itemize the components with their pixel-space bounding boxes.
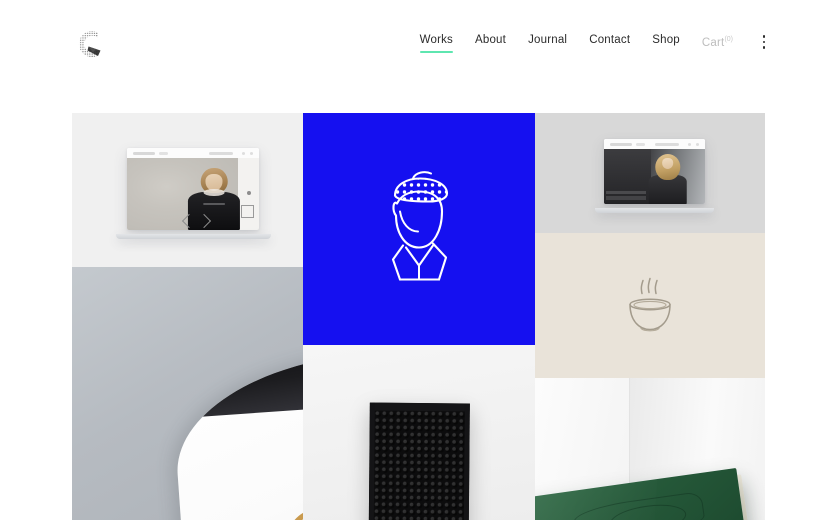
gallery-tile-browser-mockup-dark[interactable]	[535, 113, 765, 233]
page-root: Works About Journal Contact Shop Cart(0)	[0, 0, 840, 520]
nav-item-works[interactable]: Works	[409, 33, 464, 53]
bubble-texture	[373, 410, 465, 520]
model-chest-text	[203, 202, 226, 206]
gallery-tile-gold-foil-card[interactable]	[72, 267, 303, 520]
browser-menu-placeholder	[159, 151, 169, 155]
site-logo[interactable]	[68, 23, 110, 65]
kebab-menu-icon[interactable]	[756, 33, 772, 51]
nav-item-journal[interactable]: Journal	[517, 33, 578, 53]
gold-three-logo-icon	[215, 447, 303, 520]
gallery-tile-coffee-cup-illustration[interactable]	[535, 233, 765, 378]
browser-nav-placeholder	[655, 142, 680, 146]
nav-label-cart: Cart	[701, 36, 725, 49]
line-face-illustration-icon	[373, 168, 465, 291]
browser-logo-placeholder	[133, 151, 156, 155]
stair-step	[606, 190, 647, 195]
mailer-right-seam	[463, 403, 470, 520]
browser-icon-dot	[696, 143, 700, 147]
gallery-tile-green-book-photo[interactable]	[535, 378, 765, 520]
gallery-tile-blue-face-illustration[interactable]	[303, 113, 535, 345]
browser-icon-dot	[688, 143, 692, 147]
site-header: Works About Journal Contact Shop Cart(0)	[0, 0, 840, 108]
kebab-dot	[762, 46, 766, 49]
main-navigation: Works About Journal Contact Shop Cart(0)	[409, 33, 772, 56]
model-figure	[648, 153, 687, 205]
nav-item-about[interactable]: About	[464, 33, 517, 53]
kebab-dot	[762, 35, 766, 38]
laptop-screen	[604, 139, 706, 205]
nav-label-shop: Shop	[652, 34, 680, 46]
gallery-tile-bubble-mailer-packaging[interactable]	[303, 345, 535, 520]
black-bubble-mailer	[368, 402, 470, 520]
fashion-photo-light	[127, 158, 260, 231]
stair-step	[606, 195, 647, 200]
cart-count-badge: (0)	[724, 36, 733, 43]
browser-logo-placeholder	[610, 142, 632, 146]
nav-item-contact[interactable]: Contact	[578, 33, 641, 53]
laptop-mockup-dark	[594, 139, 715, 214]
browser-nav-placeholder	[209, 151, 234, 155]
browser-viewport	[604, 149, 706, 205]
mailer-left-seam	[368, 402, 375, 520]
model-face	[661, 157, 674, 169]
nav-item-cart[interactable]: Cart(0)	[691, 33, 744, 56]
mailer-top-seam	[369, 402, 470, 412]
fashion-photo-dark	[604, 149, 706, 205]
browser-icon-dot	[250, 152, 254, 156]
gallery-tile-browser-mockup-light[interactable]	[72, 113, 303, 267]
browser-menu-placeholder	[636, 142, 645, 146]
model-jacket	[188, 191, 241, 231]
nav-label-works: Works	[419, 34, 453, 46]
laptop-mockup-light	[115, 148, 271, 240]
laptop-base	[594, 208, 715, 214]
thumbnail-square-icon	[240, 204, 254, 218]
active-nav-underline	[419, 51, 453, 53]
halftone-c-logo-icon	[68, 23, 110, 65]
laptop-screen	[127, 148, 260, 231]
kebab-dot	[762, 40, 766, 44]
nav-label-contact: Contact	[589, 34, 631, 46]
laptop-base	[115, 234, 271, 240]
browser-icon-dot	[242, 152, 246, 156]
coffee-cup-illustration-icon	[619, 277, 681, 340]
nav-label-about: About	[475, 34, 507, 46]
portfolio-grid	[72, 113, 765, 520]
nav-item-shop[interactable]: Shop	[641, 33, 691, 53]
browser-viewport	[127, 158, 260, 231]
wall-corner-line	[629, 378, 631, 484]
nav-label-journal: Journal	[528, 34, 568, 46]
